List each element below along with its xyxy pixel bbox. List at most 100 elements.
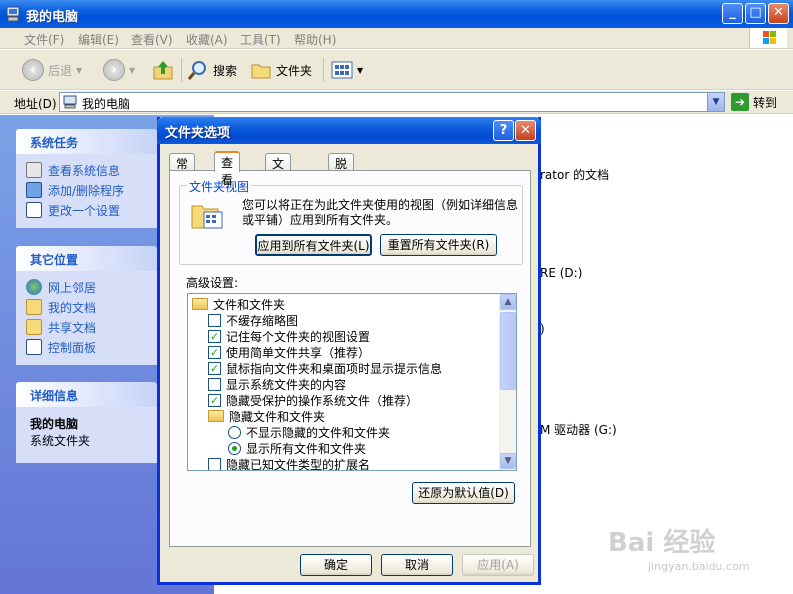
task-add-remove-programs[interactable]: 添加/删除程序 bbox=[26, 180, 157, 200]
folder-icon bbox=[192, 298, 208, 310]
tree-checkbox-option[interactable]: ✓ 记住每个文件夹的视图设置 bbox=[208, 328, 370, 344]
forward-arrow-icon: › bbox=[103, 59, 125, 81]
my-documents-icon bbox=[26, 299, 42, 315]
tab-view[interactable]: 查看 bbox=[214, 151, 241, 187]
views-icon bbox=[331, 61, 353, 79]
advanced-settings-label: 高级设置: bbox=[186, 276, 239, 290]
address-dropdown-icon[interactable]: ▼ bbox=[707, 93, 724, 111]
reset-all-folders-button[interactable]: 重置所有文件夹(R) bbox=[380, 234, 497, 256]
folder-views-group: 文件夹视图 您可以将正在为此文件夹使用的视图（例如详细信息或平铺）应用到所有文件… bbox=[179, 178, 523, 265]
checkbox-unchecked[interactable] bbox=[208, 313, 221, 327]
place-label: 共享文档 bbox=[48, 320, 97, 335]
other-places-title[interactable]: 其它位置 bbox=[16, 246, 157, 271]
item-drive-g[interactable]: M 驱动器 (G:) bbox=[540, 421, 617, 438]
folder-up-icon bbox=[153, 61, 173, 80]
tree-checkbox-option[interactable]: ✓ 鼠标指向文件夹和桌面项时显示提示信息 bbox=[208, 360, 442, 376]
task-change-setting[interactable]: 更改一个设置 bbox=[26, 200, 157, 220]
close-button[interactable]: ✕ bbox=[768, 3, 789, 24]
menu-tools[interactable]: 工具(T) bbox=[240, 31, 281, 48]
folders-button[interactable]: 文件夹 bbox=[250, 56, 312, 84]
tab-offline-files[interactable]: 脱机文件 bbox=[328, 153, 355, 222]
checkbox-checked[interactable]: ✓ bbox=[208, 329, 221, 343]
advanced-settings-list[interactable]: 隐藏已知文件类型的扩展名 显示所有文件和文件夹 不显示隐藏的文件和文件夹 隐藏文件和文… bbox=[187, 293, 517, 471]
checkbox-unchecked[interactable] bbox=[208, 457, 221, 470]
scroll-down-icon[interactable]: ▼ bbox=[500, 453, 516, 469]
tree-checkbox-option[interactable]: ✓ 使用简单文件共享（推荐） bbox=[208, 344, 370, 360]
go-arrow-icon: ➔ bbox=[731, 93, 749, 111]
tree-checkbox-option[interactable]: 显示系统文件夹的内容 bbox=[208, 376, 346, 392]
folder-icon bbox=[208, 410, 224, 422]
back-button[interactable]: ‹ 后退 ▼ bbox=[22, 56, 82, 84]
back-label: 后退 bbox=[48, 63, 73, 78]
place-shared-documents[interactable]: 共享文档 bbox=[26, 317, 157, 337]
back-dropdown-icon: ▼ bbox=[76, 65, 83, 75]
task-view-system-info[interactable]: 查看系统信息 bbox=[26, 160, 157, 180]
details-title[interactable]: 详细信息 bbox=[16, 382, 157, 407]
maximize-button[interactable]: □ bbox=[745, 3, 766, 24]
tree-checkbox-option[interactable]: 隐藏已知文件类型的扩展名 bbox=[208, 456, 371, 471]
search-button[interactable]: 搜索 bbox=[187, 56, 237, 84]
scroll-up-icon[interactable]: ▲ bbox=[500, 294, 516, 310]
menu-view[interactable]: 查看(V) bbox=[131, 31, 173, 48]
up-button[interactable] bbox=[152, 56, 174, 84]
address-label: 地址(D) bbox=[14, 97, 57, 111]
tab-general[interactable]: 常规 bbox=[169, 153, 196, 188]
tree-item-label: 显示系统文件夹的内容 bbox=[226, 377, 347, 392]
item-admin-documents[interactable]: rator 的文档 bbox=[540, 166, 609, 183]
dialog-close-button[interactable]: ✕ bbox=[515, 120, 536, 141]
folder-view-icon bbox=[191, 205, 223, 229]
place-network[interactable]: 网上邻居 bbox=[26, 277, 157, 297]
tree-item-label: 不缓存缩略图 bbox=[226, 313, 299, 328]
go-label: 转到 bbox=[753, 95, 778, 110]
tree-group: 隐藏文件和文件夹 bbox=[208, 408, 325, 424]
help-button[interactable]: ? bbox=[493, 120, 514, 141]
advanced-settings-scrollbar[interactable]: ▲ ▼ bbox=[499, 294, 516, 470]
checkbox-checked[interactable]: ✓ bbox=[208, 361, 221, 375]
ok-button[interactable]: 确定 bbox=[300, 554, 372, 576]
dialog-titlebar: 文件夹选项 ? ✕ bbox=[157, 117, 541, 144]
restore-defaults-button[interactable]: 还原为默认值(D) bbox=[412, 482, 515, 504]
tree-checkbox-option[interactable]: 不缓存缩略图 bbox=[208, 312, 298, 328]
menu-favorites[interactable]: 收藏(A) bbox=[186, 31, 228, 48]
tree-radio-option[interactable]: 不显示隐藏的文件和文件夹 bbox=[228, 424, 390, 440]
menu-bar: 文件(F) 编辑(E) 查看(V) 收藏(A) 工具(T) 帮助(H) bbox=[0, 28, 793, 49]
window-title: 我的电脑 bbox=[26, 10, 79, 25]
menu-help[interactable]: 帮助(H) bbox=[294, 31, 336, 48]
apply-button[interactable]: 应用(A) bbox=[462, 554, 534, 576]
radio-selected[interactable] bbox=[228, 441, 241, 455]
menu-file[interactable]: 文件(F) bbox=[24, 31, 64, 48]
menu-edit[interactable]: 编辑(E) bbox=[78, 31, 119, 48]
tree-radio-option[interactable]: 显示所有文件和文件夹 bbox=[228, 440, 366, 456]
folder-icon bbox=[251, 64, 271, 79]
tree-item-label: 鼠标指向文件夹和桌面项时显示提示信息 bbox=[226, 361, 443, 376]
forward-button[interactable]: › ▼ bbox=[103, 56, 135, 84]
place-label: 我的文档 bbox=[48, 300, 97, 315]
folder-options-dialog: 文件夹选项 ? ✕ 常规 查看 文件类型 脱机文件 文件夹视图 您可以将正在为此… bbox=[157, 117, 541, 585]
tree-item-label: 隐藏已知文件类型的扩展名 bbox=[226, 457, 371, 471]
task-label: 添加/删除程序 bbox=[48, 183, 125, 198]
tree-item-label: 不显示隐藏的文件和文件夹 bbox=[246, 425, 391, 440]
place-my-documents[interactable]: 我的文档 bbox=[26, 297, 157, 317]
views-button[interactable]: ▼ bbox=[331, 56, 363, 84]
radio-unselected[interactable] bbox=[228, 425, 241, 439]
tree-item-label: 使用简单文件共享（推荐） bbox=[226, 345, 371, 360]
checkbox-checked[interactable]: ✓ bbox=[208, 393, 221, 407]
other-places-panel: 其它位置 网上邻居 我的文档 共享文档 控制面板 bbox=[16, 246, 157, 365]
system-tasks-title[interactable]: 系统任务 bbox=[16, 129, 157, 154]
standard-toolbar: ‹ 后退 ▼ › ▼ 搜索 文件夹 ▼ bbox=[0, 50, 793, 90]
checkbox-checked[interactable]: ✓ bbox=[208, 345, 221, 359]
scroll-thumb[interactable] bbox=[500, 312, 516, 390]
go-button[interactable]: ➔ 转到 bbox=[731, 92, 777, 112]
views-dropdown-icon: ▼ bbox=[357, 65, 364, 75]
cancel-button[interactable]: 取消 bbox=[381, 554, 453, 576]
tree-checkbox-option[interactable]: ✓ 隐藏受保护的操作系统文件（推荐） bbox=[208, 392, 418, 408]
tab-file-types[interactable]: 文件类型 bbox=[265, 153, 292, 222]
address-input[interactable]: 我的电脑 ▼ bbox=[59, 92, 725, 112]
system-info-icon bbox=[26, 162, 42, 178]
item-drive-d[interactable]: RE (D:) bbox=[540, 266, 582, 280]
checkbox-unchecked[interactable] bbox=[208, 377, 221, 391]
minimize-button[interactable]: _ bbox=[722, 3, 743, 24]
window-titlebar: 我的电脑 _ □ ✕ bbox=[0, 0, 793, 28]
place-control-panel[interactable]: 控制面板 bbox=[26, 337, 157, 357]
apply-to-all-folders-button[interactable]: 应用到所有文件夹(L) bbox=[255, 234, 372, 256]
